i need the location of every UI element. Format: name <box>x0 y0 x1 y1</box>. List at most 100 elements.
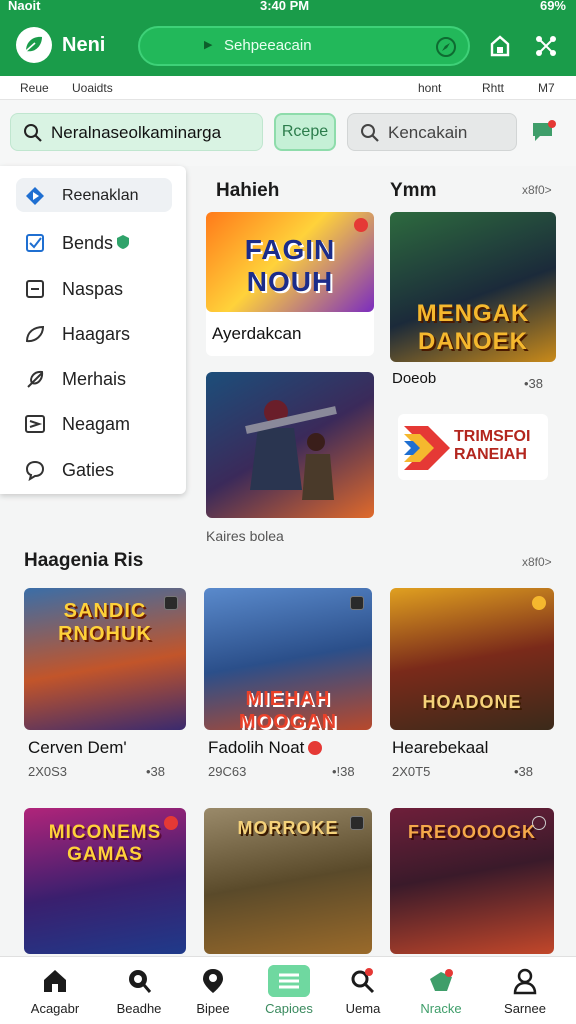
bottom-navigation: Acagabr Beadhe Bipee Capioes Uema Nracke… <box>0 956 576 1024</box>
list-icon <box>268 965 310 997</box>
location-pin-icon <box>203 969 223 993</box>
main-search-value: Neralnaseolkaminarga <box>51 123 222 142</box>
chat-bubble-icon <box>25 460 45 481</box>
menu-item-label: Neagam <box>62 414 131 434</box>
game-thumbnail: SANDIC RNOHUK <box>24 588 186 730</box>
menu-item-label: Haagars <box>62 324 131 344</box>
game-card[interactable]: MENGAK DANOEK Doeob •38 <box>390 212 556 402</box>
alert-badge-icon <box>308 741 322 755</box>
header-search[interactable]: ▶ Sehpeeacain <box>138 26 470 66</box>
leaf-icon <box>25 325 45 343</box>
game-rating: •38 <box>146 764 166 779</box>
nav-item-6[interactable]: Nracke <box>400 957 482 1024</box>
game-art-title: SANDIC RNOHUK <box>58 600 152 645</box>
square-minus-icon <box>26 280 44 298</box>
send-box-icon <box>25 415 45 433</box>
secondary-search-input[interactable]: Kencakain <box>347 113 517 151</box>
game-card[interactable]: HOADONE Hearebekaal 2X0T5 •38 <box>390 588 554 780</box>
nav-label: Beadhe <box>116 1001 162 1016</box>
menu-item-5[interactable]: Merhais <box>16 361 172 395</box>
header-search-text: Sehpeeacain <box>224 37 312 54</box>
game-thumbnail: FREOOOOGK <box>390 808 554 954</box>
game-thumbnail: MIEHAH MOOGAN <box>204 588 372 730</box>
menu-item-4[interactable]: Haagars <box>16 316 172 350</box>
home-lock-icon[interactable] <box>486 32 514 60</box>
game-card[interactable] <box>206 372 374 518</box>
nav-label: Uema <box>345 1001 381 1016</box>
nav-item-5[interactable]: Uema <box>322 957 404 1024</box>
compass-icon[interactable] <box>434 35 458 59</box>
game-art-title: FAGIN NOUH <box>244 234 336 297</box>
game-rating: •38 <box>524 376 544 391</box>
nav-item-2[interactable]: Beadhe <box>98 957 180 1024</box>
menu-badge-icon <box>164 596 178 610</box>
game-art-title: FREOOOOGK <box>407 822 536 842</box>
game-art-title: MIEHAH MOOGAN <box>238 688 338 730</box>
nav-item-3[interactable]: Bipee <box>172 957 254 1024</box>
app-name: Neni <box>62 34 106 56</box>
feather-icon <box>27 370 44 388</box>
search-icon <box>361 124 379 142</box>
play-diamond-icon <box>26 187 44 205</box>
share-nodes-icon[interactable] <box>532 32 560 60</box>
see-more-link[interactable]: x8f0> <box>522 555 552 569</box>
nav-item-4[interactable]: Capioes <box>248 957 330 1024</box>
app-header: Naoit 3:40 PM 69% Neni ▶ Sehpeeacain <box>0 0 576 76</box>
game-downloads: 29C63 <box>208 764 247 779</box>
game-title: Fadolih Noat <box>208 738 305 757</box>
subnav-item[interactable]: M7 <box>538 81 555 95</box>
game-title: Hearebekaal <box>392 738 489 757</box>
menu-item-7[interactable]: Gaties <box>16 452 172 486</box>
game-art-title: HOADONE <box>422 692 522 712</box>
search-row: Neralnaseolkaminarga Rcepe Kencakain <box>0 100 576 166</box>
subnav-item[interactable]: Reue <box>20 81 49 95</box>
game-card[interactable]: MIEHAH MOOGAN Fadolih Noat 29C63 •!38 <box>204 588 372 780</box>
subnav-item[interactable]: hont <box>418 81 441 95</box>
game-downloads: 2X0T5 <box>392 764 431 779</box>
game-thumbnail: HOADONE <box>390 588 554 730</box>
game-thumbnail: MORROKE <box>204 808 372 954</box>
game-title: Ayerdakcan <box>212 324 302 343</box>
nav-label: Acagabr <box>30 1001 80 1016</box>
main-search-input[interactable]: Neralnaseolkaminarga <box>10 113 263 151</box>
subnav-item[interactable]: Rhtt <box>482 81 504 95</box>
section-title: Haagenia Ris <box>24 550 144 571</box>
nav-item-7[interactable]: Sarnee <box>484 957 566 1024</box>
game-card[interactable]: MICONEMS GAMAS <box>24 808 186 954</box>
menu-item-label: Merhais <box>62 369 127 389</box>
game-downloads: 2X0S3 <box>28 764 68 779</box>
game-title: Cerven Dem' <box>28 738 127 757</box>
sub-navigation: Reue Uoaidts hont Rhtt M7 <box>0 76 576 100</box>
nav-item-1[interactable]: Acagabr <box>14 957 96 1024</box>
menu-item-1[interactable]: Reenaklan <box>16 178 172 212</box>
menu-item-3[interactable]: Naspas <box>16 271 172 305</box>
circle-badge-icon <box>532 816 546 830</box>
recipe-button[interactable]: Rcepe <box>274 113 336 151</box>
see-more-link[interactable]: x8f0> <box>522 183 552 197</box>
battery-level: 69% <box>539 0 566 13</box>
menu-item-2[interactable]: Bends <box>16 225 172 259</box>
promo-card[interactable]: TRIMSFOI RANEIAH <box>398 414 548 480</box>
game-card[interactable]: FREOOOOGK <box>390 808 554 954</box>
chat-notification-icon[interactable] <box>530 118 558 146</box>
ticket-icon <box>430 969 453 991</box>
menu-item-6[interactable]: Neagam <box>16 406 172 440</box>
promo-text: TRIMSFOI RANEIAH <box>454 428 531 463</box>
game-card[interactable]: FAGIN NOUH Ayerdakcan <box>206 212 374 356</box>
game-card[interactable]: MORROKE <box>204 808 372 954</box>
subnav-item[interactable]: Uoaidts <box>72 81 113 95</box>
side-menu: Reenaklan Bends Naspas Haagars Merhais N… <box>0 166 186 494</box>
nav-label: Bipee <box>196 1001 230 1016</box>
menu-badge-icon <box>350 816 364 830</box>
game-title: Doeob <box>392 370 437 387</box>
game-rating: •38 <box>514 764 534 779</box>
game-card[interactable]: SANDIC RNOHUK Cerven Dem' 2X0S3 •38 <box>24 588 186 780</box>
game-art-title: MICONEMS GAMAS <box>48 822 162 865</box>
checkbox-icon <box>26 234 44 252</box>
shield-badge-icon <box>117 235 129 249</box>
chevron-logo-icon <box>404 426 450 470</box>
app-logo[interactable] <box>16 27 52 63</box>
menu-badge-icon <box>350 596 364 610</box>
menu-item-label: Bends <box>62 233 114 253</box>
game-thumbnail: FAGIN NOUH <box>206 212 374 312</box>
